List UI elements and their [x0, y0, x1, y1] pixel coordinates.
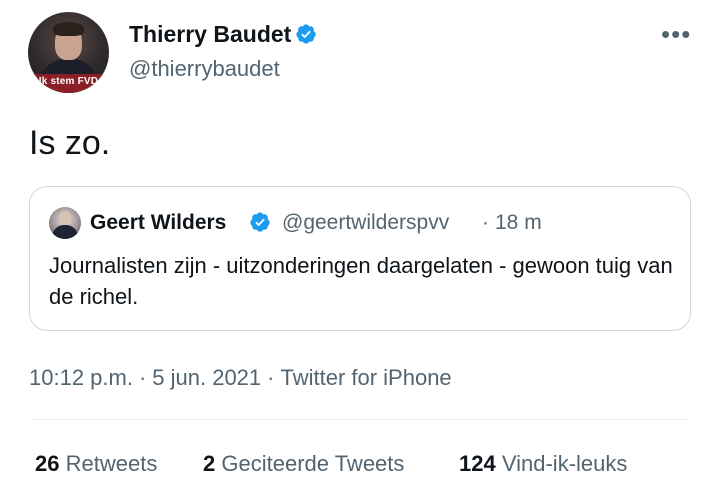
likes-stat[interactable]: 124 Vind-ik-leuks	[459, 451, 627, 477]
tweet-source[interactable]: Twitter for iPhone	[280, 365, 451, 390]
quoted-avatar-face	[59, 211, 71, 225]
quoted-tweet-text: Journalisten zijn - uitzonderingen daarg…	[49, 253, 673, 309]
quoted-author-name: Geert Wilders	[90, 211, 227, 234]
tweet-text: Is zo.	[29, 124, 111, 162]
tweet-date[interactable]: 5 jun. 2021	[152, 365, 261, 390]
author-avatar[interactable]: Ik stem FVD	[28, 12, 109, 93]
likes-count: 124	[459, 451, 496, 476]
retweets-label: Retweets	[65, 451, 158, 476]
quoted-author-handle: @geertwilderspvv	[282, 211, 450, 234]
author-name[interactable]: Thierry Baudet	[129, 21, 291, 47]
quoted-separator: ·	[482, 211, 489, 234]
quoted-tweet-time: 18 m	[495, 211, 542, 234]
avatar-hair	[53, 22, 84, 36]
retweets-stat[interactable]: 26 Retweets	[35, 451, 157, 477]
quoted-verified-badge-icon	[250, 212, 270, 232]
retweets-count: 26	[35, 451, 60, 476]
quoted-author-avatar	[49, 207, 81, 239]
quote-tweets-stat[interactable]: 2 Geciteerde Tweets	[203, 451, 404, 477]
quote-tweets-count: 2	[203, 451, 216, 476]
avatar-banner-text: Ik stem FVD	[38, 76, 99, 87]
tweet-meta: 10:12 p.m. · 5 jun. 2021 · Twitter for iPhon…	[29, 365, 452, 391]
more-options-icon[interactable]: •••	[661, 21, 691, 47]
tweet-time[interactable]: 10:12 p.m.	[29, 365, 133, 390]
author-handle[interactable]: @thierrybaudet	[129, 56, 280, 82]
meta-separator: ·	[267, 365, 275, 390]
likes-label: Vind-ik-leuks	[501, 451, 628, 476]
quoted-avatar-suit	[52, 225, 78, 239]
divider	[29, 419, 691, 420]
quote-tweets-label: Geciteerde Tweets	[221, 451, 405, 476]
verified-badge-icon	[296, 24, 316, 44]
meta-separator: ·	[138, 365, 147, 390]
author-name-row[interactable]: Thierry Baudet	[129, 21, 317, 48]
